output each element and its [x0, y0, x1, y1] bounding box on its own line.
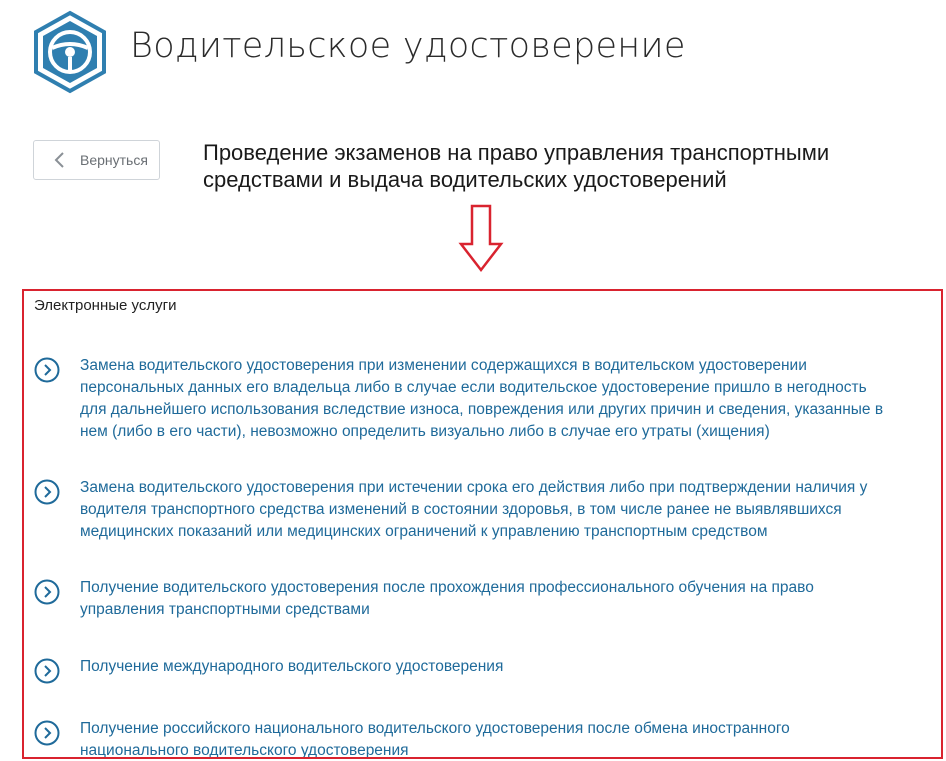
service-link[interactable]: Получение международного водительского у… [80, 656, 941, 678]
chevron-right-circle-icon [34, 357, 60, 383]
steering-wheel-icon [32, 10, 108, 94]
service-link[interactable]: Замена водительского удостоверения при и… [80, 355, 941, 443]
down-arrow-icon [458, 204, 504, 274]
service-link[interactable]: Получение российского национального води… [80, 718, 941, 757]
section-heading-line-2: средствами и выдача водительских удостов… [203, 167, 727, 192]
chevron-left-icon [49, 149, 71, 171]
back-button-label: Вернуться [80, 152, 148, 168]
services-title: Электронные услуги [34, 297, 177, 314]
chevron-right-circle-icon [34, 720, 60, 746]
service-link[interactable]: Получение водительского удостоверения по… [80, 577, 941, 621]
chevron-right-circle-icon [34, 658, 60, 684]
service-link[interactable]: Замена водительского удостоверения при и… [80, 477, 941, 543]
section-heading-line-1: Проведение экзаменов на право управления… [203, 140, 830, 165]
page-title: Водительское удостоверение [130, 26, 686, 66]
back-button[interactable]: Вернуться [33, 140, 160, 180]
chevron-right-circle-icon [34, 579, 60, 605]
section-heading: Проведение экзаменов на право управления… [203, 139, 923, 193]
chevron-right-circle-icon [34, 479, 60, 505]
electronic-services-panel: Электронные услуги Замена водительского … [22, 289, 943, 759]
